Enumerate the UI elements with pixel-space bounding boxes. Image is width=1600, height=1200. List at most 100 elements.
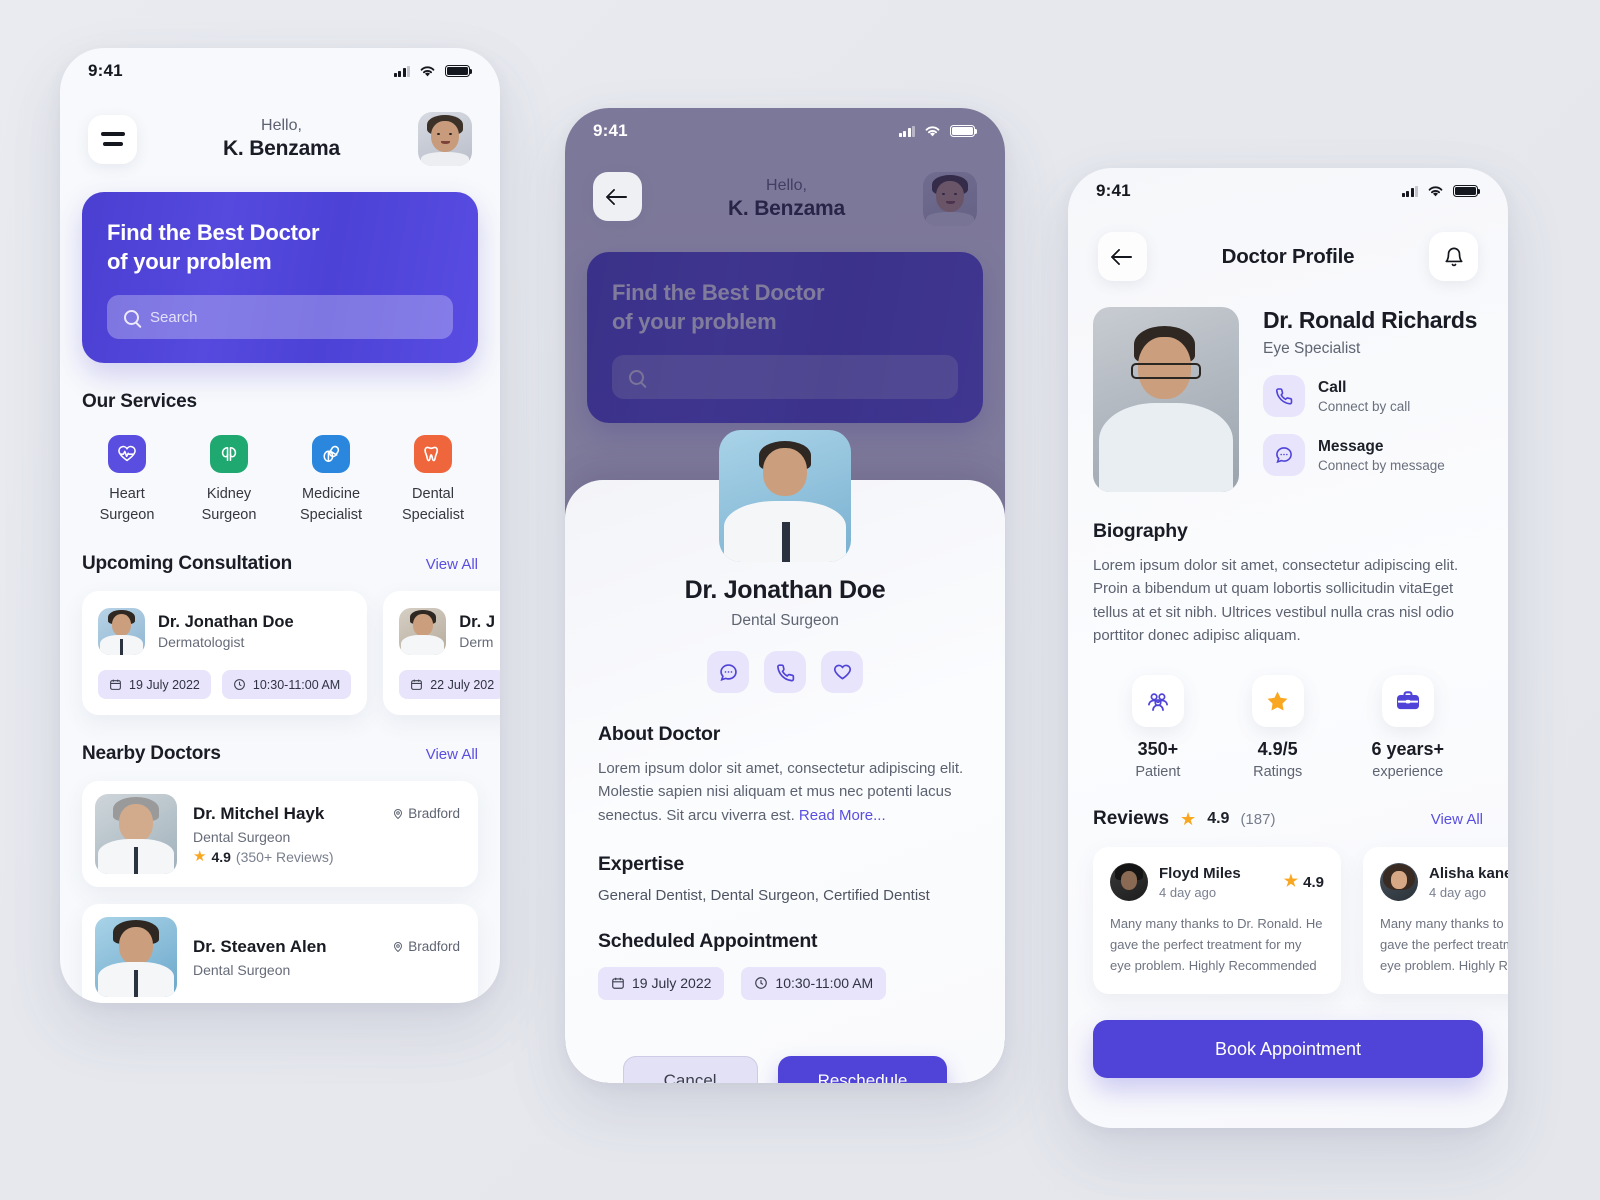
avatar[interactable] (417, 112, 472, 166)
message-button[interactable] (707, 651, 749, 693)
upcoming-consultation-list: Dr. Jonathan Doe Dermatologist 19 July 2… (60, 591, 500, 716)
doctor-photo (95, 917, 177, 998)
nearby-view-all-link[interactable]: View All (426, 746, 478, 763)
review-body: Many many thanks to Dr. Ronald. He gave … (1110, 916, 1323, 974)
stat-value: 6 years+ (1371, 739, 1445, 759)
read-more-link[interactable]: Read More... (799, 807, 886, 824)
notifications-button[interactable] (1429, 232, 1478, 281)
calendar-icon (110, 679, 121, 691)
search-input[interactable]: Search (107, 295, 453, 340)
star-icon: ★ (1283, 873, 1299, 890)
service-kidney-surgeon[interactable]: Kidney Surgeon (188, 435, 270, 525)
greeting-block: Hello, K. Benzama (223, 117, 340, 161)
menu-icon[interactable] (88, 114, 137, 164)
bell-icon (1444, 247, 1463, 266)
patients-icon (1131, 675, 1184, 727)
doctor-row[interactable]: Dr. Steaven Alen Bradford Dental Surgeon (82, 904, 478, 1003)
rating-value: 4.9 (1303, 873, 1324, 891)
page-title: Doctor Profile (1221, 244, 1355, 268)
reviews-header: Reviews ★ 4.9 (187) View All (1068, 808, 1508, 830)
stat-experience: 6 years+ experience (1371, 675, 1444, 780)
scheduled-appointment-title: Scheduled Appointment (598, 929, 818, 952)
cancel-button[interactable]: Cancel (622, 1055, 758, 1083)
book-appointment-button[interactable]: Book Appointment (1093, 1020, 1483, 1079)
consultation-card[interactable]: Dr. J Derm 22 July 202 (383, 591, 500, 716)
call-button[interactable] (764, 651, 806, 693)
phone-home-screen: 9:41 Hello, K. Benzama Find the Best Doc… (60, 48, 500, 1003)
reviews-score: 4.9 (1207, 810, 1230, 827)
contact-call-row[interactable]: Call Connect by call (1263, 375, 1483, 417)
review-card[interactable]: Floyd Miles 4 day ago ★ 4.9 Many many th… (1093, 847, 1341, 995)
about-doctor-title: About Doctor (598, 723, 721, 745)
doctor-photo (1093, 307, 1239, 492)
doctor-name: Dr. J (459, 613, 496, 632)
hero-title: Find the Best Doctor of your problem (107, 220, 320, 275)
nearby-doctors-list: Dr. Mitchel Hayk Bradford Dental Surgeon… (60, 781, 500, 1003)
cellular-signal-icon (1401, 185, 1418, 197)
reviews-view-all-link[interactable]: View All (1431, 811, 1483, 828)
doctor-hero-photo (719, 430, 851, 562)
service-heart-surgeon[interactable]: Heart Surgeon (86, 435, 168, 525)
scheduled-time-chip[interactable]: 10:30-11:00 AM (741, 966, 887, 1000)
upcoming-header: Upcoming Consultation View All (60, 553, 500, 575)
doctor-location: Bradford (392, 806, 460, 821)
contact-title: Message (1318, 437, 1384, 455)
pills-icon (312, 435, 350, 474)
date-text: 19 July 2022 (129, 677, 200, 692)
doctor-specialty: Dental Surgeon (193, 828, 291, 845)
service-label: Heart Surgeon (99, 486, 155, 523)
status-time: 9:41 (593, 121, 628, 140)
battery-icon (950, 125, 978, 137)
service-label: Dental Specialist (401, 486, 465, 523)
phone-icon (1263, 375, 1305, 417)
favorite-button[interactable] (821, 651, 863, 693)
heart-pulse-icon (108, 435, 146, 474)
arrow-left-icon (607, 186, 628, 207)
calendar-icon (411, 679, 423, 691)
service-label: Medicine Specialist (299, 486, 363, 523)
service-label: Kidney Surgeon (201, 486, 257, 523)
wifi-icon (420, 65, 435, 76)
review-count: (350+ Reviews) (235, 848, 334, 865)
service-medicine-specialist[interactable]: Medicine Specialist (290, 435, 372, 525)
doctor-name: Dr. Ronald Richards (1263, 307, 1478, 333)
nearby-header: Nearby Doctors View All (60, 743, 500, 765)
stat-value: 350+ (1137, 739, 1179, 759)
review-card[interactable]: Alisha kane 4 day ago Many many thanks t… (1363, 847, 1508, 995)
doctor-row[interactable]: Dr. Mitchel Hayk Bradford Dental Surgeon… (82, 781, 478, 888)
search-icon (124, 309, 139, 325)
doctor-actions (598, 651, 972, 693)
review-body: Many many thanks to Dr. Ronald. He gave … (1380, 916, 1508, 974)
about-doctor-body: Lorem ipsum dolor sit amet, consectetur … (598, 757, 972, 827)
reviewer-avatar (1110, 863, 1148, 901)
doctor-location: Bradford (392, 939, 460, 954)
back-button[interactable] (593, 172, 642, 221)
review-rating: ★ 4.9 (1284, 874, 1324, 891)
rating-value: 4.9 (211, 848, 231, 865)
star-icon (1251, 675, 1304, 727)
upcoming-title: Upcoming Consultation (82, 553, 293, 575)
scheduled-date-chip[interactable]: 19 July 2022 (598, 966, 725, 1000)
clock-icon (755, 977, 768, 990)
reviewer-name: Floyd Miles (1159, 864, 1241, 882)
phone-doctor-detail-screen: Hello, K. Benzama Find the Best Doctor o… (565, 108, 1005, 1083)
hero-search-card: Find the Best Doctor of your problem Sea… (82, 192, 478, 364)
time-text: 10:30-11:00 AM (252, 677, 341, 692)
service-dental-specialist[interactable]: Dental Specialist (392, 435, 474, 525)
back-button[interactable] (1098, 232, 1147, 281)
reschedule-button[interactable]: Reschedule (777, 1055, 948, 1083)
cellular-signal-icon (393, 65, 410, 77)
biography-title: Biography (1093, 520, 1188, 542)
upcoming-view-all-link[interactable]: View All (426, 556, 478, 573)
appointment-date-chip: 19 July 2022 (98, 670, 211, 700)
consultation-card[interactable]: Dr. Jonathan Doe Dermatologist 19 July 2… (82, 591, 368, 716)
doctor-stats: 350+ Patient 4.9/5 Ratings 6 years+ expe… (1068, 675, 1508, 780)
status-time: 9:41 (88, 61, 123, 80)
cellular-signal-icon (898, 125, 915, 137)
appointment-date-chip: 22 July 202 (399, 670, 500, 700)
location-text: Bradford (408, 806, 460, 822)
status-bar: 9:41 (60, 48, 500, 94)
biography-section: Biography Lorem ipsum dolor sit amet, co… (1068, 520, 1508, 647)
date-text: 19 July 2022 (632, 975, 712, 992)
contact-message-row[interactable]: Message Connect by message (1263, 434, 1483, 476)
